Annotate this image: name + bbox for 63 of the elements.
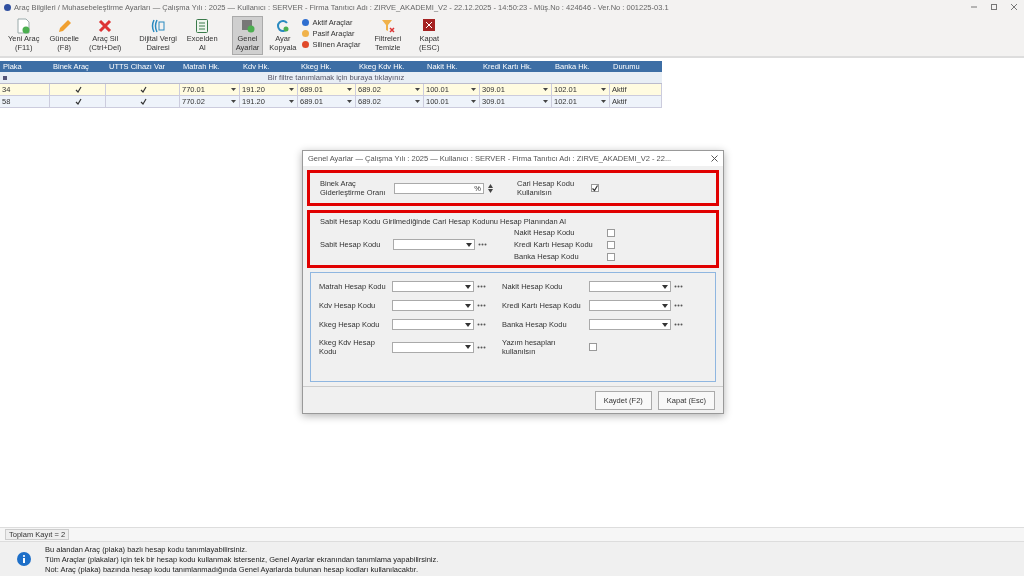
dropdown-arrow-icon [601,88,606,91]
combo-field[interactable] [392,319,474,330]
dropdown-arrow-icon [347,100,352,103]
dropdown-arrow-icon [465,303,471,308]
more-icon[interactable] [477,304,486,307]
checkbox[interactable] [140,86,147,93]
document-add-icon [16,18,31,34]
checkbox[interactable] [591,184,599,192]
dropdown-arrow-icon [289,100,294,103]
close-icon [422,18,437,34]
checkbox[interactable] [140,98,147,105]
combo-field[interactable] [392,281,474,292]
app-icon [4,3,11,11]
dropdown-arrow-icon [471,100,476,103]
checkbox[interactable] [75,86,82,93]
close-icon[interactable] [711,155,718,162]
dropdown-arrow-icon [231,100,236,103]
settings-icon [240,18,255,34]
checkbox[interactable] [607,252,615,261]
checkbox[interactable] [589,343,597,351]
more-icon[interactable] [477,345,486,349]
dropdown-arrow-icon [415,88,420,91]
more-icon[interactable] [674,304,683,307]
combo-field[interactable] [589,281,671,292]
checkbox[interactable] [607,228,615,237]
more-icon[interactable] [674,285,683,288]
info-icon [17,552,31,566]
combo-field[interactable] [393,239,475,250]
spinner-icon[interactable] [488,183,493,193]
combo-field[interactable] [589,319,671,330]
filter-icon [3,75,7,80]
dropdown-arrow-icon [289,88,294,91]
spreadsheet-icon [195,18,210,34]
close-icon[interactable] [1010,3,1018,11]
dropdown-arrow-icon [543,88,548,91]
maximize-icon[interactable] [990,3,998,11]
refresh-icon [275,18,290,34]
more-icon[interactable] [477,323,486,326]
dropdown-arrow-icon [601,100,606,103]
more-icon[interactable] [477,285,486,288]
dropdown-arrow-icon [465,284,471,289]
dropdown-arrow-icon [347,88,352,91]
dropdown-arrow-icon [543,100,548,103]
dropdown-arrow-icon [466,242,472,247]
more-icon[interactable] [674,323,683,326]
dropdown-arrow-icon [662,303,668,308]
document-icon [151,18,166,34]
combo-field[interactable] [392,300,474,311]
dropdown-arrow-icon [471,88,476,91]
checkbox[interactable] [75,98,82,105]
dropdown-arrow-icon [415,100,420,103]
delete-icon [98,18,113,34]
checkbox[interactable] [607,240,615,249]
combo-field[interactable] [589,300,671,311]
more-icon[interactable] [478,243,487,246]
filter-clear-icon [380,18,395,34]
pencil-icon [57,18,72,34]
dropdown-arrow-icon [465,345,471,349]
dropdown-arrow-icon [465,322,471,327]
dropdown-arrow-icon [231,88,236,91]
combo-field[interactable] [392,341,474,353]
dropdown-arrow-icon [662,284,668,289]
dropdown-arrow-icon [662,322,668,327]
